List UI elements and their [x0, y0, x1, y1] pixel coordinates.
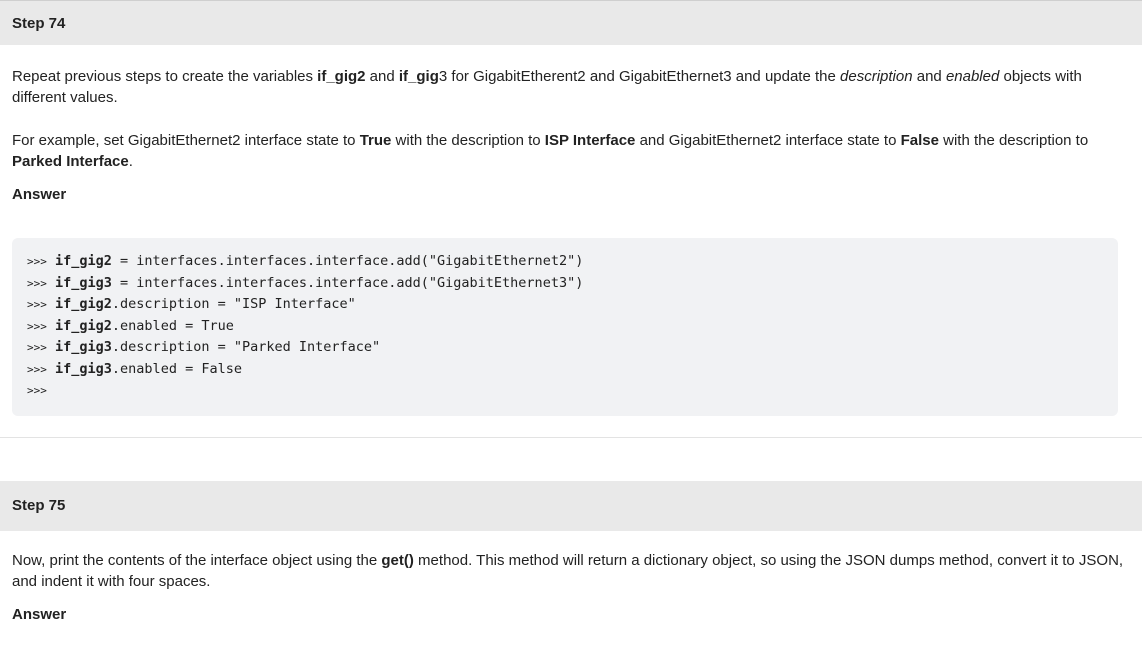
section-divider	[0, 436, 1142, 438]
var-if-gig3: if_gig	[398, 68, 439, 85]
text: and GigabitEthernet2 interface state to	[635, 132, 901, 149]
code-block[interactable]: >>> if_gig2 = interfaces.interfaces.inte…	[12, 238, 1118, 416]
answer-label: Answer	[12, 605, 67, 623]
step-75-body: Now, print the contents of the interface…	[0, 531, 1142, 625]
code-line: >>> if_gig2.enabled = True	[27, 316, 1103, 338]
code-text: = interfaces.interfaces.interface.add("G…	[111, 274, 584, 291]
step-75-title: Step 75	[12, 497, 66, 514]
code-prompt: >>>	[27, 341, 47, 354]
code-var: if_gig3	[55, 274, 112, 291]
step-74-title: Step 74	[12, 14, 66, 32]
answer-label: Answer	[12, 186, 67, 203]
code-line: >>> if_gig3 = interfaces.interfaces.inte…	[27, 273, 1103, 295]
step-74-body: Repeat previous steps to create the vari…	[0, 45, 1142, 416]
code-prompt: >>>	[27, 319, 47, 333]
code-prompt: >>>	[27, 362, 47, 376]
text: with the description to	[938, 132, 1089, 149]
text: and	[912, 68, 946, 85]
step-74-section: Step 74 Repeat previous steps to create …	[0, 0, 1142, 438]
value-isp-interface: ISP Interface	[544, 132, 636, 149]
code-line: >>>	[27, 380, 1103, 402]
text: Now, print the contents of the interface…	[12, 551, 382, 569]
step-74-instruction: Repeat previous steps to create the vari…	[12, 45, 1130, 108]
code-var: if_gig3	[55, 360, 112, 377]
text: Repeat previous steps to create the vari…	[12, 68, 318, 85]
code-prompt: >>>	[27, 255, 47, 268]
code-text: .description = "Parked Interface"	[111, 339, 381, 355]
value-parked-interface: Parked Interface	[12, 153, 129, 170]
code-line: >>> if_gig3.description = "Parked Interf…	[27, 337, 1103, 359]
code-text: = interfaces.interfaces.interface.add("G…	[111, 253, 584, 269]
code-prompt: >>>	[27, 276, 47, 290]
step-74-header: Step 74	[0, 0, 1142, 45]
method-get: get()	[381, 551, 414, 569]
step-75-header: Step 75	[0, 480, 1142, 531]
value-true: True	[359, 132, 392, 149]
text: and	[365, 68, 399, 85]
var-if-gig2: if_gig2	[317, 68, 366, 85]
code-text: .enabled = False	[111, 360, 242, 377]
value-false: False	[900, 132, 939, 149]
code-var: if_gig2	[55, 296, 112, 312]
code-text: .description = "ISP Interface"	[111, 296, 356, 312]
text: For example, set GigabitEthernet2 interf…	[12, 132, 360, 149]
code-prompt: >>>	[27, 384, 47, 397]
code-var: if_gig2	[55, 317, 112, 334]
code-line: >>> if_gig3.enabled = False	[27, 359, 1103, 381]
step-75-section: Step 75 Now, print the contents of the i…	[0, 480, 1142, 625]
text: with the description to	[391, 132, 545, 149]
code-var: if_gig3	[55, 339, 112, 355]
code-line: >>> if_gig2.description = "ISP Interface…	[27, 294, 1103, 316]
text: .	[128, 153, 133, 170]
text: 3 for GigabitEtherent2 and GigabitEthern…	[438, 68, 841, 85]
step-75-instruction: Now, print the contents of the interface…	[12, 531, 1130, 592]
code-text: .enabled = True	[111, 317, 234, 334]
code-var: if_gig2	[55, 253, 112, 269]
term-description: description	[840, 68, 913, 85]
code-prompt: >>>	[27, 298, 47, 311]
term-enabled: enabled	[945, 68, 1000, 85]
step-74-example: For example, set GigabitEthernet2 interf…	[12, 108, 1130, 172]
code-line: >>> if_gig2 = interfaces.interfaces.inte…	[27, 251, 1103, 273]
